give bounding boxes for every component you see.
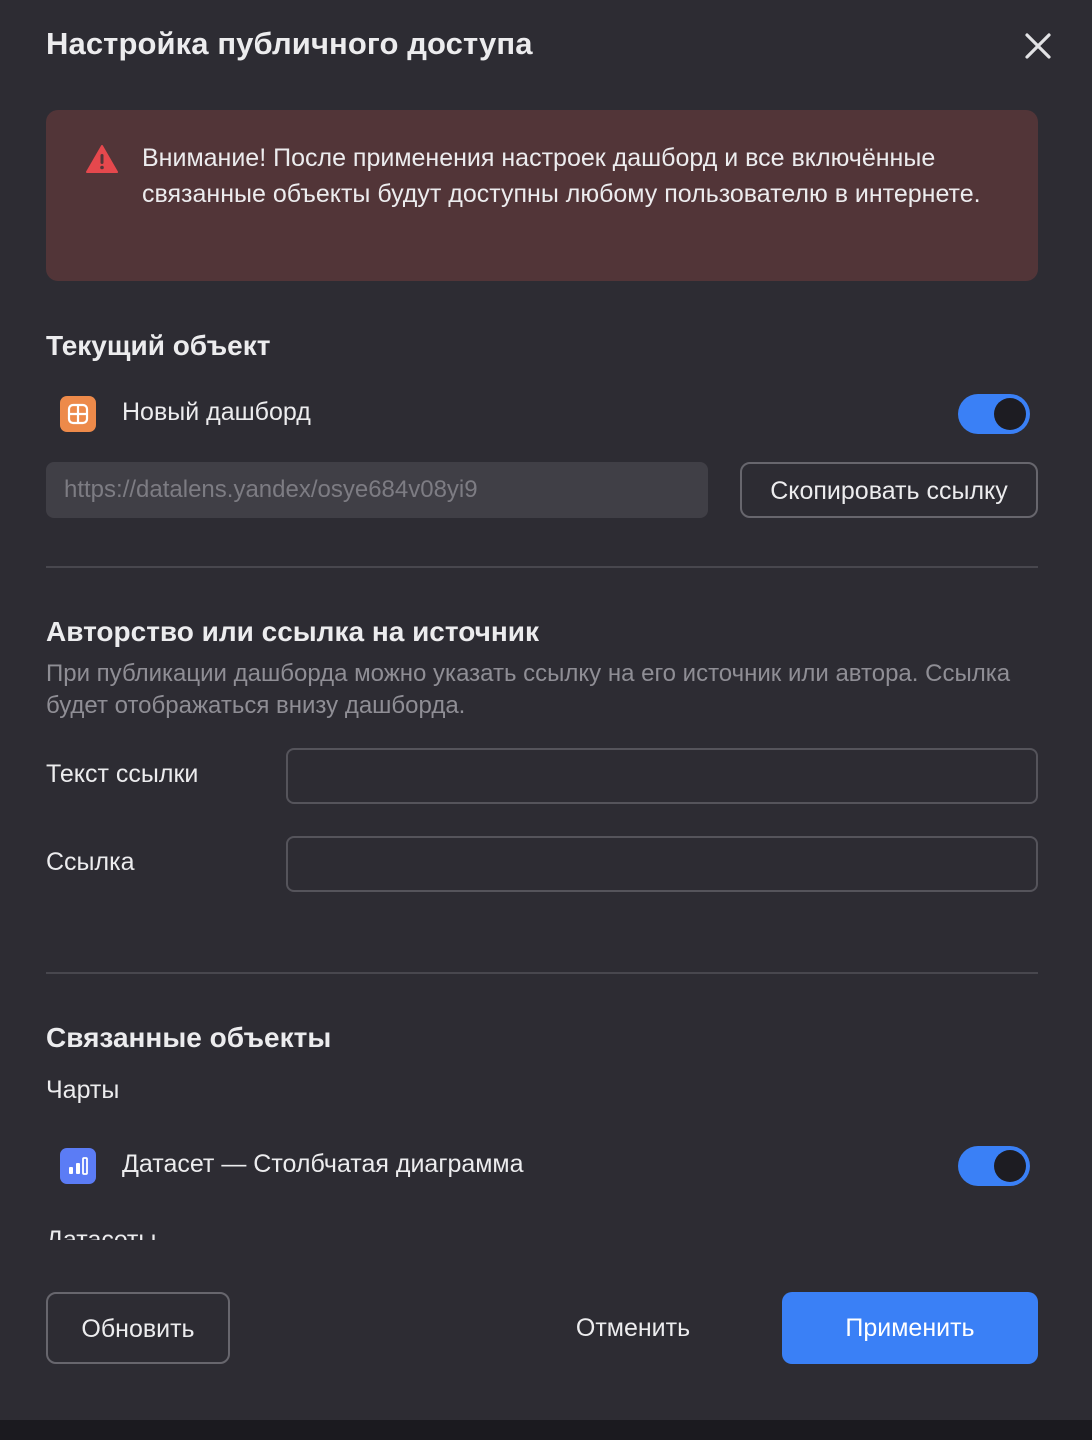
authorship-heading: Авторство или ссылка на источник bbox=[46, 616, 540, 647]
datasets-label-text: Датасеты bbox=[46, 1226, 157, 1240]
link-input[interactable] bbox=[286, 836, 1038, 892]
close-button[interactable] bbox=[1020, 28, 1056, 64]
close-icon[interactable] bbox=[1020, 28, 1056, 64]
divider bbox=[46, 972, 1038, 974]
related-objects-heading: Связанные объекты bbox=[46, 1022, 332, 1053]
chart-object-toggle[interactable] bbox=[958, 1146, 1030, 1186]
chart-object-label: Датасет — Столбчатая диаграмма bbox=[122, 1150, 524, 1178]
page-background-strip bbox=[0, 1420, 1092, 1440]
link-text-label: Текст ссылки bbox=[46, 760, 199, 788]
toggle-knob bbox=[994, 398, 1026, 430]
refresh-button[interactable]: Обновить bbox=[46, 1292, 230, 1364]
charts-label: Чарты bbox=[46, 1076, 120, 1104]
chart-object-row: Датасет — Столбчатая диаграмма bbox=[60, 1144, 1032, 1188]
toggle-knob bbox=[994, 1150, 1026, 1182]
cancel-button[interactable]: Отменить bbox=[540, 1292, 726, 1364]
current-object-row: Новый дашборд bbox=[60, 392, 1032, 436]
warning-text: Внимание! После применения настроек дашб… bbox=[142, 144, 981, 208]
current-object-toggle[interactable] bbox=[958, 394, 1030, 434]
authorship-description: При публикации дашборда можно указать сс… bbox=[46, 660, 1011, 719]
current-object-heading: Текущий объект bbox=[46, 330, 271, 361]
warning-banner: Внимание! После применения настроек дашб… bbox=[46, 110, 1038, 281]
warning-triangle-icon bbox=[86, 145, 118, 173]
link-text-input[interactable] bbox=[286, 748, 1038, 804]
dialog-title: Настройка публичного доступа bbox=[46, 26, 533, 61]
datasets-label: Датасеты bbox=[46, 1224, 156, 1240]
current-object-label: Новый дашборд bbox=[122, 398, 311, 426]
apply-button[interactable]: Применить bbox=[782, 1292, 1038, 1364]
bar-chart-icon bbox=[60, 1148, 96, 1184]
dashboard-icon bbox=[60, 396, 96, 432]
copy-link-button[interactable]: Скопировать ссылку bbox=[740, 462, 1038, 518]
public-url-field[interactable]: https://datalens.yandex/osye684v08yi9 bbox=[46, 462, 708, 518]
public-access-dialog: Настройка публичного доступа Внимание! П… bbox=[0, 0, 1092, 1420]
scroll-clip bbox=[0, 1240, 1092, 1280]
divider bbox=[46, 566, 1038, 568]
link-label: Ссылка bbox=[46, 848, 135, 876]
